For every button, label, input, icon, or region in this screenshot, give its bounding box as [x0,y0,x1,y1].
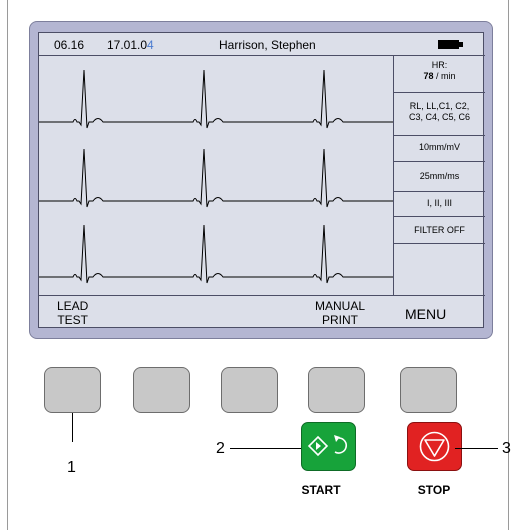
callout-2-line [230,448,301,449]
stop-icon [419,431,450,462]
softkey-5-button[interactable] [400,367,457,413]
status-date: 17.01.04 [107,38,154,52]
status-time: 06.16 [54,38,85,52]
softkey-2-button[interactable] [133,367,190,413]
param-divider [393,243,485,244]
start-icon [307,435,348,457]
start-button-label: START [301,483,341,497]
ecg-trace-lead-2 [39,148,393,208]
softkey-divider [39,295,485,296]
softkey-label-menu: MENU [405,306,447,322]
display-screen: 06.16 17.01.04 Harrison, Stephen HR: 78 … [38,32,485,328]
lead-set-setting: I, II, III [426,198,452,208]
param-divider [393,92,485,93]
ecg-waveform-panel [39,69,393,284]
electrode-list: RL, LL,C1, C2, C3, C4, C5, C6 [394,101,485,123]
battery-icon [438,40,463,49]
heart-rate-label: HR: [431,60,448,70]
softkey-label-lead-test-line-2: TEST [57,313,89,327]
callout-1-line [72,413,73,442]
param-divider [393,216,485,217]
heart-rate-readout: HR: 78 / min [394,60,485,82]
softkey-label-lead-test: LEAD TEST [57,299,88,327]
patient-name: Harrison, Stephen [219,38,316,52]
callout-2-number: 2 [216,440,225,457]
param-divider [393,135,485,136]
softkey-label-manual-print: MANUAL PRINT [315,299,365,327]
param-divider [393,161,485,162]
callout-3-line [455,448,498,449]
callout-3-number: 3 [502,440,511,457]
softkey-4-button[interactable] [308,367,365,413]
filter-setting: FILTER OFF [414,225,465,235]
softkey-label-lead-test-line-1: LEAD [57,299,89,313]
electrode-list-line-2: C3, C4, C5, C6 [408,112,471,122]
stop-button-label: STOP [417,483,451,497]
heart-rate-value: 78 [423,71,434,81]
status-date-last-digit: 4 [147,38,154,52]
softkey-3-button[interactable] [221,367,278,413]
heart-rate-value-line: 78 / min [394,71,485,82]
heart-rate-unit: / min [433,71,456,81]
ecg-trace-lead-1 [39,69,393,129]
softkey-label-manual-print-line-1: MANUAL [315,299,366,313]
callout-1-number: 1 [67,459,76,476]
softkey-label-manual-print-line-2: PRINT [322,313,358,327]
electrode-list-line-1: RL, LL,C1, C2, [409,101,470,111]
start-button[interactable] [301,422,356,471]
param-divider [393,191,485,192]
sensitivity-setting: 10mm/mV [418,142,460,152]
ecg-trace-lead-3 [39,224,393,284]
softkey-1-button[interactable] [44,367,101,413]
stop-button[interactable] [407,422,462,471]
display-bezel: 06.16 17.01.04 Harrison, Stephen HR: 78 … [29,21,493,339]
status-date-main: 17.01.0 [107,38,148,52]
paper-speed-setting: 25mm/ms [419,171,460,181]
ecg-device-body: 06.16 17.01.04 Harrison, Stephen HR: 78 … [7,0,511,530]
status-bar: 06.16 17.01.04 Harrison, Stephen [39,33,483,55]
